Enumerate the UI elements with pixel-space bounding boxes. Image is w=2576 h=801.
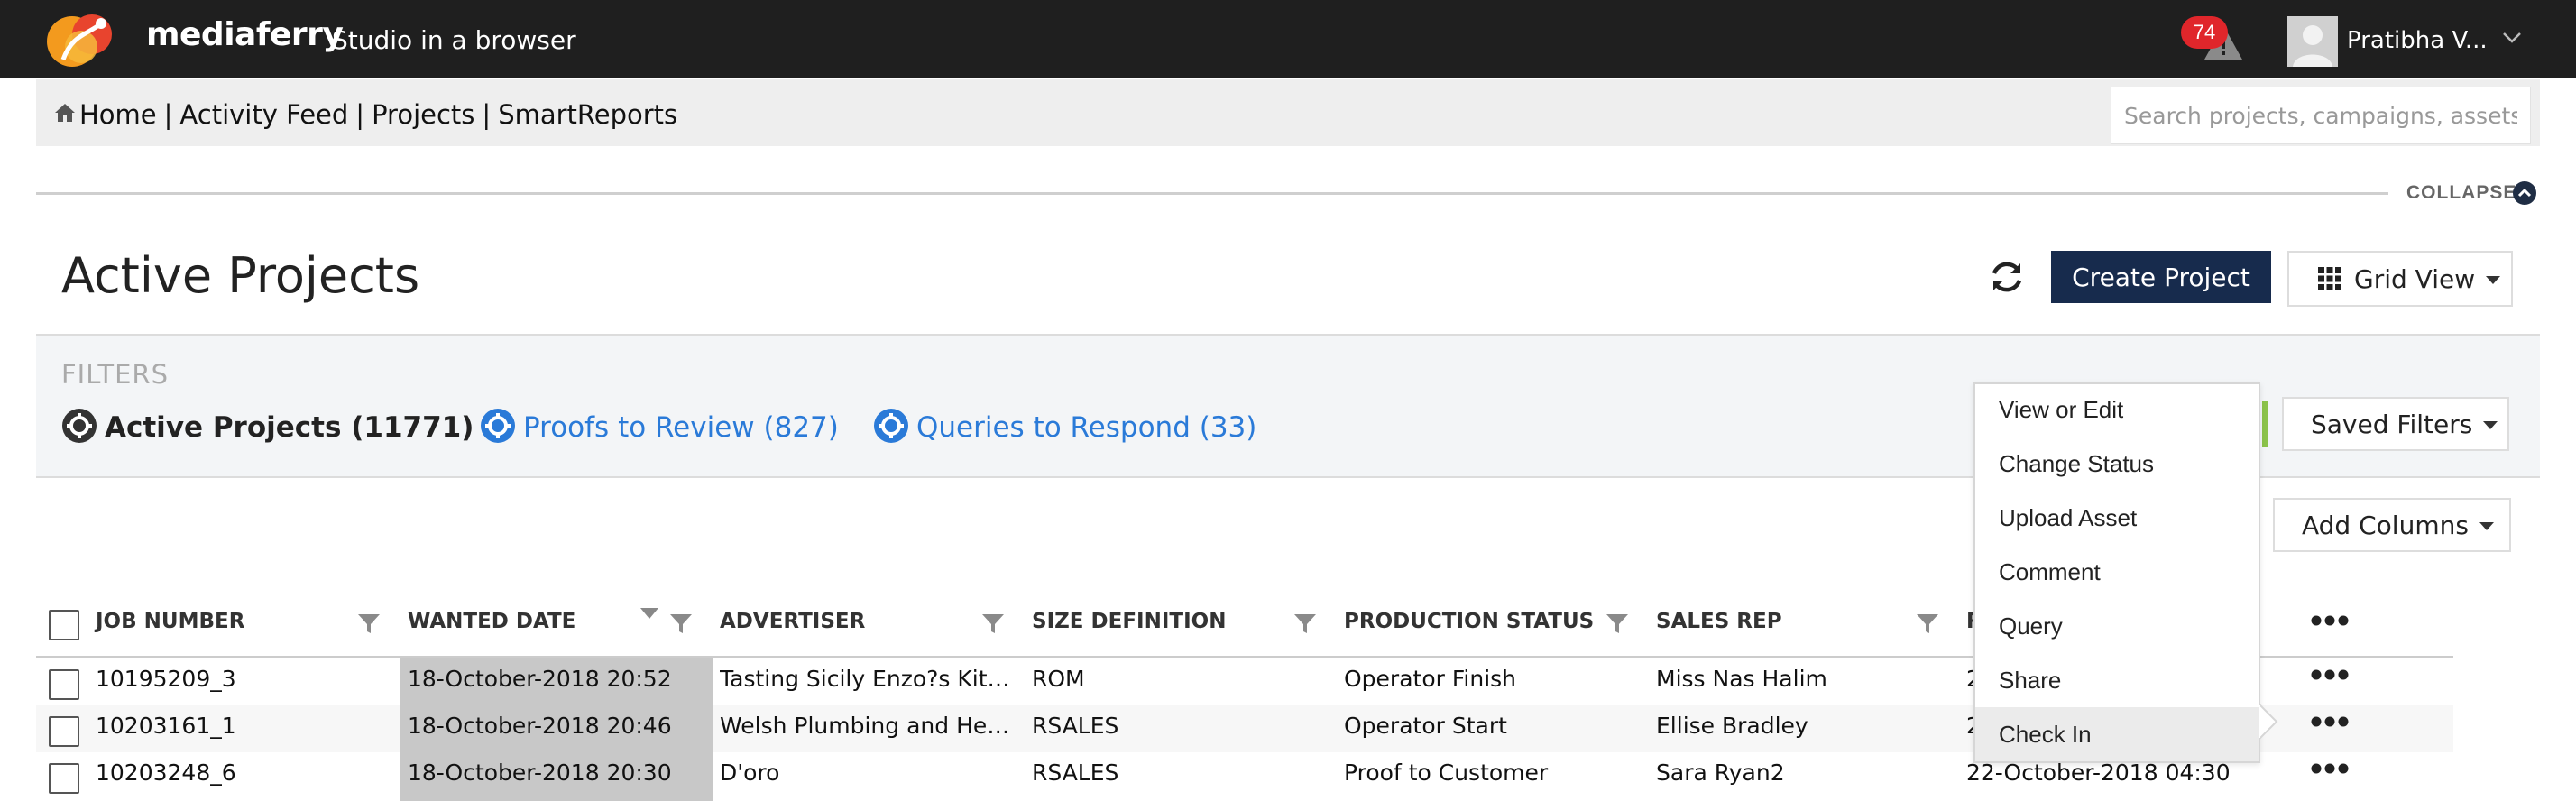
refresh-icon[interactable] (1988, 258, 2026, 296)
collapse-label[interactable]: COLLAPSE (2406, 182, 2516, 204)
nav-link-activity-feed[interactable]: Activity Feed (179, 99, 348, 130)
filter-label: Proofs to Review (827) (523, 411, 839, 444)
ellipsis-icon[interactable] (2311, 716, 2349, 727)
row-checkbox[interactable] (49, 716, 79, 747)
add-columns-label: Add Columns (2302, 510, 2469, 540)
menu-item-change-status[interactable]: Change Status (1975, 437, 2259, 491)
column-header-job-number[interactable]: JOB NUMBER (96, 610, 244, 633)
cell-size-definition: RSALES (1032, 713, 1119, 739)
gear-icon (481, 409, 515, 443)
column-header-sales-rep[interactable]: SALES REP (1656, 610, 1782, 633)
menu-item-query[interactable]: Query (1975, 599, 2259, 653)
caret-down-icon (2486, 275, 2501, 284)
cell-job-number[interactable]: 10203248_6 (96, 760, 384, 786)
nav-separator: | (482, 99, 492, 130)
menu-item-comment[interactable]: Comment (1975, 545, 2259, 599)
select-all-checkbox[interactable] (49, 610, 79, 640)
nav-link-projects[interactable]: Projects (372, 99, 474, 130)
saved-filters-label: Saved Filters (2311, 409, 2473, 439)
brand-tagline: Studio in a browser (332, 25, 576, 55)
menu-item-upload-asset[interactable]: Upload Asset (1975, 491, 2259, 545)
row-checkbox[interactable] (49, 669, 79, 700)
nav-link-smartreports[interactable]: SmartReports (498, 99, 677, 130)
mediaferry-logo-icon[interactable] (36, 7, 130, 70)
filter-label: Active Projects (11771) (105, 411, 474, 444)
nav-link-home[interactable]: Home (79, 99, 157, 130)
menu-item-check-in[interactable]: Check In (1975, 707, 2259, 761)
funnel-icon[interactable] (981, 612, 1005, 635)
cell-sales-rep: Sara Ryan2 (1656, 760, 1785, 786)
search-input[interactable] (2111, 87, 2531, 144)
funnel-icon[interactable] (1293, 612, 1317, 635)
cell-size-definition: ROM (1032, 666, 1085, 692)
user-name[interactable]: Pratibha V... (2347, 27, 2488, 54)
caret-down-icon (2479, 521, 2494, 530)
cell-production-status: Operator Start (1344, 713, 1507, 739)
filter-label: Queries to Respond (33) (916, 411, 1257, 444)
caret-down-icon (2483, 420, 2498, 429)
brand-name[interactable]: mediaferry (146, 16, 344, 53)
cell-production-status: Proof to Customer (1344, 760, 1549, 786)
menu-pointer-arrow (2259, 704, 2278, 740)
nav-separator: | (163, 99, 173, 130)
cell-job-number[interactable]: 10195209_3 (96, 666, 384, 692)
menu-item-view-or-edit[interactable]: View or Edit (1975, 382, 2259, 437)
funnel-icon[interactable] (357, 612, 381, 635)
row-checkbox[interactable] (49, 763, 79, 794)
chevron-down-icon[interactable] (2500, 29, 2524, 47)
filter-queries-to-respond[interactable]: Queries to Respond (33) (873, 408, 1256, 444)
column-header-wanted-date[interactable]: WANTED DATE (408, 610, 575, 633)
cell-advertiser: Welsh Plumbing and Heat... (720, 713, 1017, 739)
cell-wanted-date: 18-October-2018 20:30 (408, 760, 672, 786)
ellipsis-icon[interactable] (2311, 763, 2349, 774)
cell-r: 22-October-2018 04:30 (1966, 760, 2231, 786)
cell-advertiser: D'oro (720, 760, 780, 786)
ellipsis-icon[interactable] (2311, 669, 2349, 680)
saved-filter-indicator (2262, 400, 2268, 447)
cell-wanted-date: 18-October-2018 20:52 (408, 666, 672, 692)
ellipsis-icon[interactable] (2311, 615, 2349, 626)
grid-icon (2318, 267, 2341, 290)
cell-wanted-date: 18-October-2018 20:46 (408, 713, 672, 739)
filters-label: FILTERS (61, 359, 169, 390)
create-project-button[interactable]: Create Project (2051, 251, 2271, 303)
gear-icon (62, 409, 97, 443)
funnel-icon[interactable] (1605, 612, 1629, 635)
saved-filters-button[interactable]: Saved Filters (2282, 397, 2509, 451)
breadcrumb: Home | Activity Feed | Projects | SmartReports (79, 99, 677, 130)
alert-count-badge[interactable]: 74 (2181, 16, 2228, 49)
cell-job-number[interactable]: 10203161_1 (96, 713, 384, 739)
column-header-advertiser[interactable]: ADVERTISER (720, 610, 865, 633)
cell-size-definition: RSALES (1032, 760, 1119, 786)
page-title: Active Projects (61, 247, 420, 304)
grid-view-label: Grid View (2354, 263, 2476, 294)
user-silhouette-icon (2293, 25, 2332, 67)
chevron-up-circle-icon[interactable] (2512, 180, 2537, 206)
cell-sales-rep: Miss Nas Halim (1656, 666, 1827, 692)
collapse-divider (36, 192, 2388, 195)
sort-descending-icon[interactable] (640, 608, 658, 619)
nav-separator: | (355, 99, 365, 130)
cell-sales-rep: Ellise Bradley (1656, 713, 1808, 739)
funnel-icon[interactable] (1916, 612, 1939, 635)
column-header-production-status[interactable]: PRODUCTION STATUS (1344, 610, 1594, 633)
filter-active-projects[interactable]: Active Projects (11771) (61, 408, 474, 444)
funnel-icon[interactable] (669, 612, 693, 635)
add-columns-button[interactable]: Add Columns (2273, 498, 2511, 552)
gear-icon (874, 409, 908, 443)
menu-item-share[interactable]: Share (1975, 653, 2259, 707)
filter-proofs-to-review[interactable]: Proofs to Review (827) (480, 408, 839, 444)
cell-production-status: Operator Finish (1344, 666, 1517, 692)
cell-advertiser: Tasting Sicily Enzo?s Kitc... (720, 666, 1017, 692)
avatar[interactable] (2287, 16, 2338, 67)
column-header-size-definition[interactable]: SIZE DEFINITION (1032, 610, 1226, 633)
home-icon[interactable] (54, 103, 76, 123)
